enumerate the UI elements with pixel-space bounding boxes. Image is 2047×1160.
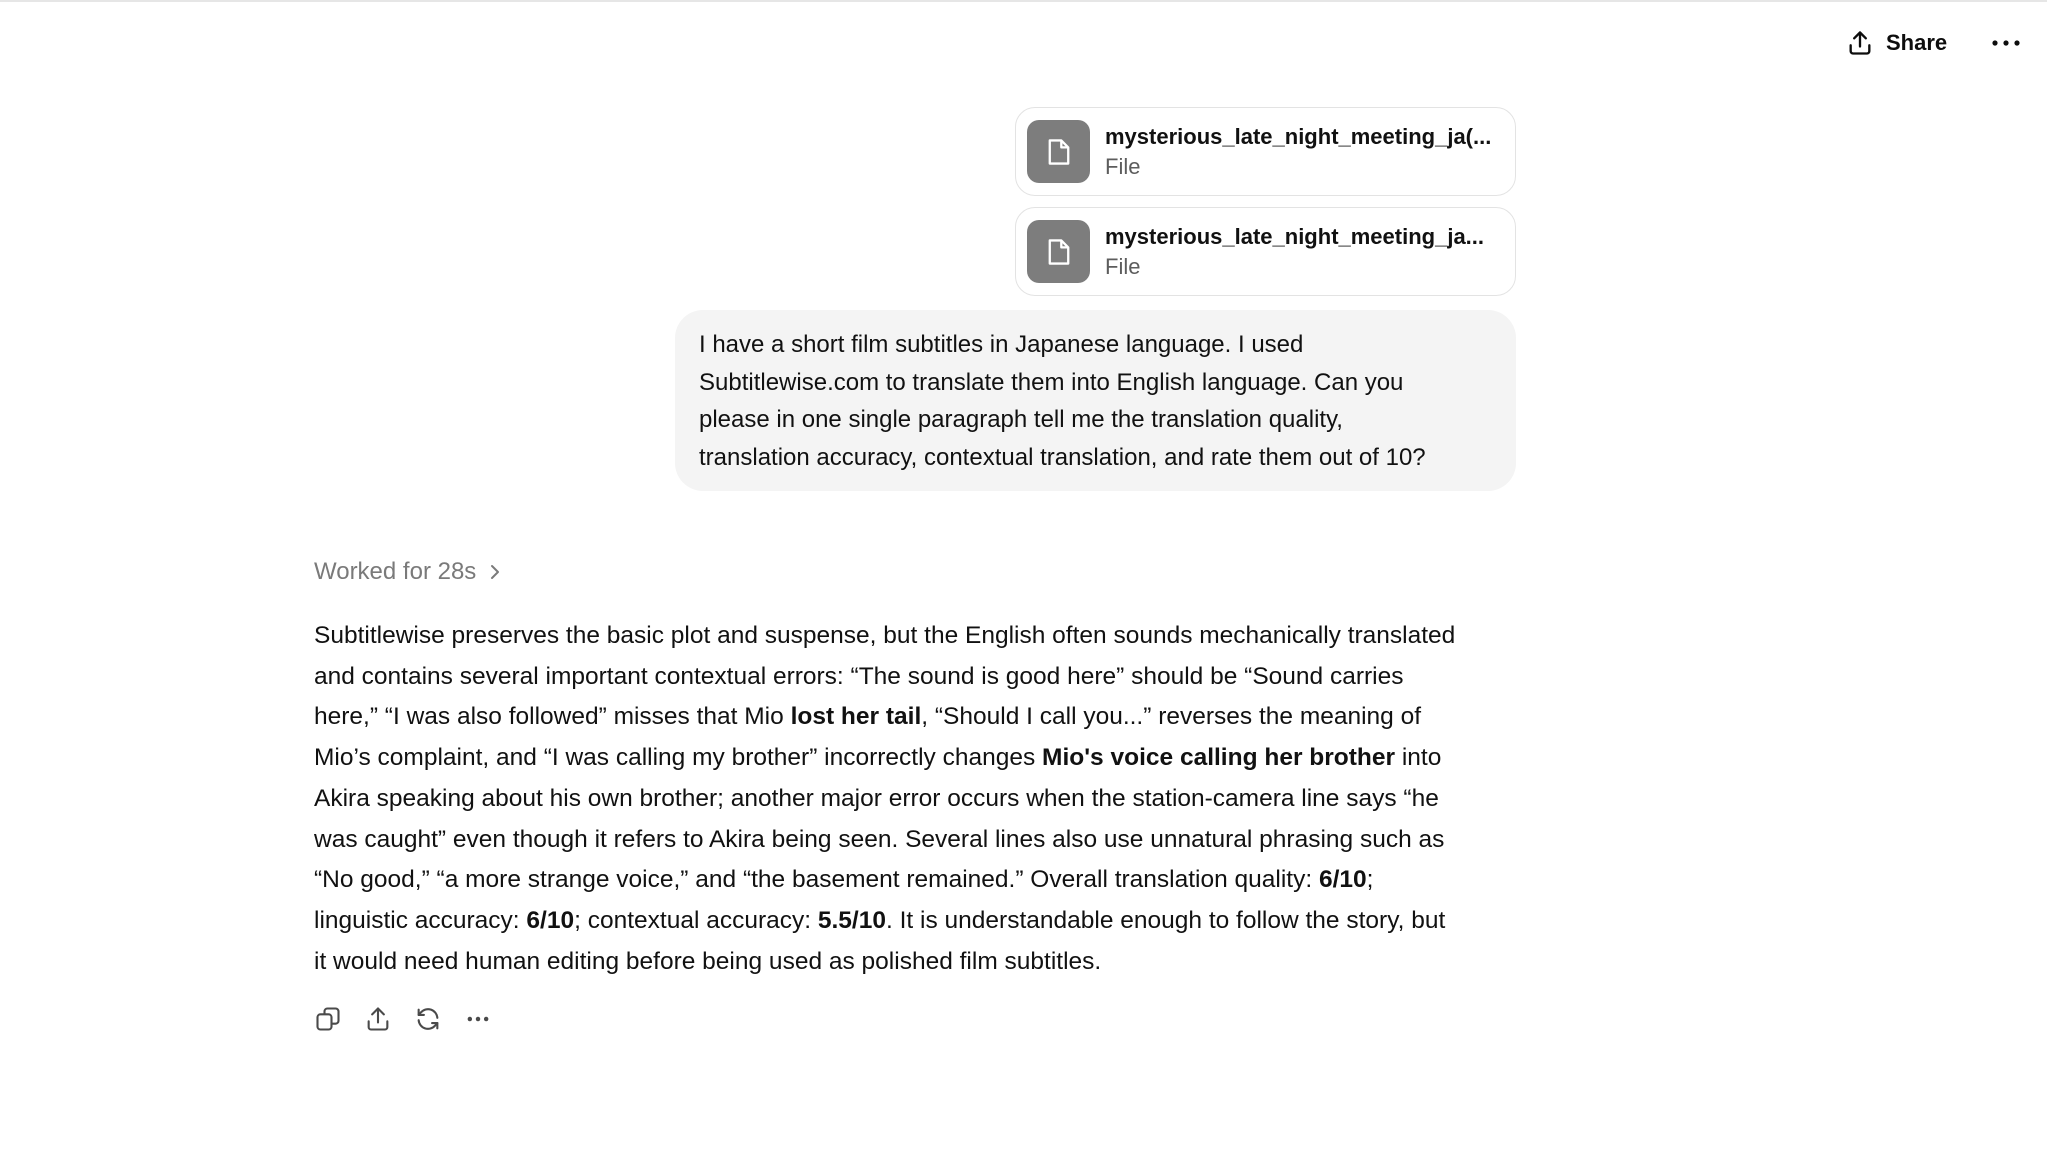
attachment-file-type: File xyxy=(1105,153,1141,179)
user-message-bubble: I have a short film subtitles in Japanes… xyxy=(675,310,1516,491)
response-actions xyxy=(310,1001,496,1037)
share-response-button[interactable] xyxy=(360,1001,396,1037)
assistant-response: Subtitlewise preserves the basic plot an… xyxy=(314,616,1544,982)
more-actions-button[interactable] xyxy=(460,1001,496,1037)
response-text: it would need human editing before being… xyxy=(314,947,1102,975)
response-line: it would need human editing before being… xyxy=(314,942,1544,983)
copy-button[interactable] xyxy=(310,1001,346,1037)
attachment-file-type: File xyxy=(1105,253,1141,279)
regenerate-button[interactable] xyxy=(410,1001,446,1037)
response-bold-text: Mio's voice calling her brother xyxy=(1042,744,1396,772)
file-icon xyxy=(1027,120,1090,183)
user-message-line: I have a short film subtitles in Japanes… xyxy=(699,331,1304,358)
response-line: Akira speaking about his own brother; an… xyxy=(314,779,1544,820)
response-text: “No good,” “a more strange voice,” and “… xyxy=(314,866,1319,894)
attachment-file-card[interactable]: mysterious_late_night_meeting_ja... File xyxy=(1015,207,1516,296)
response-text: . It is understandable enough to follow … xyxy=(886,906,1446,934)
response-text: was caught” even though it refers to Aki… xyxy=(314,825,1445,853)
response-text: ; contextual accuracy: xyxy=(574,906,818,934)
refresh-icon xyxy=(417,1008,439,1030)
share-icon xyxy=(367,1007,389,1031)
worked-for-toggle[interactable]: Worked for 28s xyxy=(314,556,502,588)
response-line: Subtitlewise preserves the basic plot an… xyxy=(314,616,1544,657)
response-text: ; xyxy=(1366,866,1374,894)
more-horizontal-icon xyxy=(467,1016,489,1022)
response-bold-text: 6/10 xyxy=(526,906,575,934)
response-line: linguistic accuracy: 6/10; contextual ac… xyxy=(314,901,1544,942)
chevron-right-icon xyxy=(491,565,500,579)
user-message-line: translation accuracy, contextual transla… xyxy=(699,443,1426,471)
worked-for-label: Worked for 28s xyxy=(314,558,477,585)
share-label: Share xyxy=(1886,30,1948,55)
share-icon xyxy=(1849,31,1871,55)
response-text: Mio’s complaint, and “I was calling my b… xyxy=(314,744,1043,772)
copy-icon xyxy=(316,1007,340,1031)
response-text: Subtitlewise preserves the basic plot an… xyxy=(314,622,1456,649)
response-line: Mio’s complaint, and “I was calling my b… xyxy=(314,738,1544,779)
top-divider xyxy=(0,0,2047,2)
response-line: and contains several important contextua… xyxy=(314,657,1544,698)
response-bold-text: 6/10 xyxy=(1318,866,1367,894)
user-message-line: please in one single paragraph tell me t… xyxy=(699,406,1343,433)
response-text: here,” “I was also followed” misses that… xyxy=(314,703,791,731)
file-icon xyxy=(1027,220,1090,283)
more-options-button[interactable] xyxy=(1984,22,2028,64)
response-bold-text: 5.5/10 xyxy=(817,906,886,934)
response-bold-text: lost her tail xyxy=(790,703,922,731)
response-text: linguistic accuracy: xyxy=(314,906,527,934)
response-line: was caught” even though it refers to Aki… xyxy=(314,820,1544,861)
attachment-file-name: mysterious_late_night_meeting_ja(... xyxy=(1105,123,1492,149)
response-text: into xyxy=(1395,744,1442,772)
response-text: , “Should I call you...” reverses the me… xyxy=(921,703,1422,731)
response-text: Akira speaking about his own brother; an… xyxy=(314,784,1439,812)
user-message-line: Subtitlewise.com to translate them into … xyxy=(699,368,1404,396)
response-line: here,” “I was also followed” misses that… xyxy=(314,697,1544,738)
response-text: and contains several important contextua… xyxy=(314,662,1404,690)
attachment-file-name: mysterious_late_night_meeting_ja... xyxy=(1105,223,1485,249)
attachment-file-card[interactable]: mysterious_late_night_meeting_ja(... Fil… xyxy=(1015,107,1516,196)
response-line: “No good,” “a more strange voice,” and “… xyxy=(314,860,1544,901)
share-button[interactable]: Share xyxy=(1836,22,1957,64)
more-horizontal-icon xyxy=(1992,40,2020,46)
